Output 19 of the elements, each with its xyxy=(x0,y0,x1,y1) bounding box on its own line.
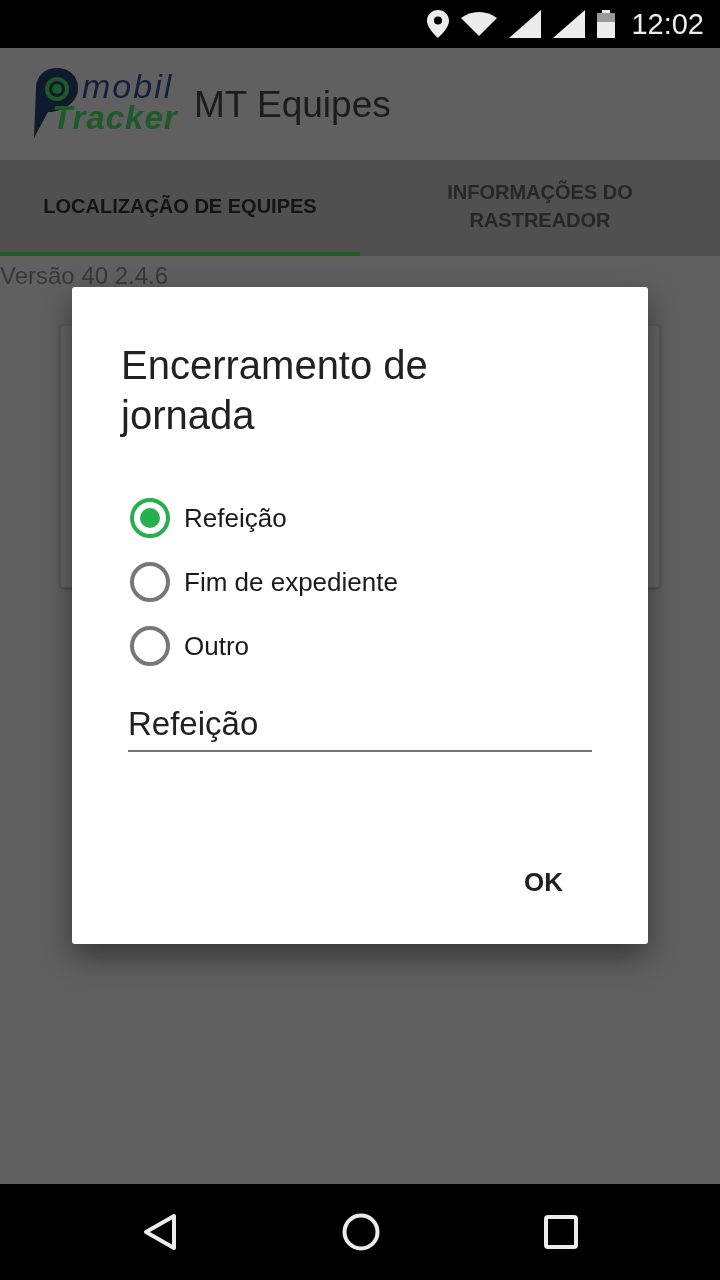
signal-icon xyxy=(553,10,586,38)
home-icon[interactable] xyxy=(342,1213,380,1251)
radio-button[interactable] xyxy=(130,626,170,666)
radio-button[interactable] xyxy=(130,562,170,602)
ok-button[interactable]: OK xyxy=(508,858,579,906)
recents-icon[interactable] xyxy=(544,1215,578,1249)
wifi-icon xyxy=(461,12,498,36)
dialog-title: Encerramento de jornada xyxy=(121,342,429,439)
location-pin-icon xyxy=(427,10,450,38)
radio-button[interactable] xyxy=(130,498,170,538)
app-title: MT Equipes xyxy=(194,85,391,123)
status-time: 12:02 xyxy=(631,9,704,39)
option-label[interactable]: Outro xyxy=(184,633,250,659)
signal-icon xyxy=(509,10,542,38)
option-label[interactable]: Fim de expediente xyxy=(184,569,398,595)
option-label[interactable]: Refeição xyxy=(184,505,287,531)
text-field[interactable]: Refeição xyxy=(128,690,592,752)
battery-icon xyxy=(597,10,616,38)
back-icon[interactable] xyxy=(142,1213,178,1251)
